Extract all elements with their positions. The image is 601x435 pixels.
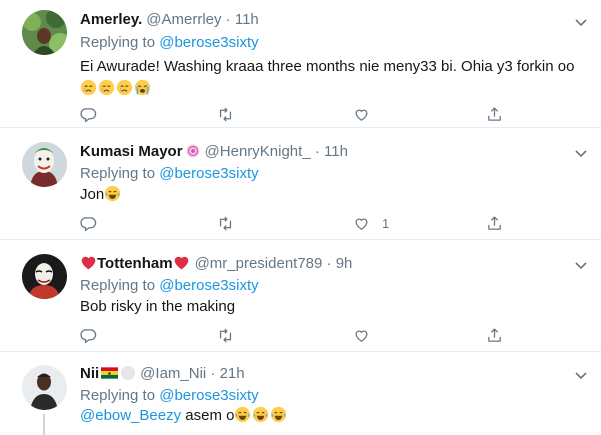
tweet[interactable]: Tottenham @mr_president789 · 9h Replying …: [0, 239, 601, 352]
ghana-flag-icon: [101, 367, 119, 379]
tweet-actions: 1: [80, 213, 510, 233]
timestamp[interactable]: · 11h: [226, 11, 259, 28]
replying-to: Replying to @berose3sixty: [80, 276, 259, 296]
chevron-down-icon[interactable]: [573, 14, 589, 30]
retweet-button[interactable]: [217, 325, 234, 345]
tweet-text: Ei Awurade! Washing kraaa three months n…: [80, 56, 574, 78]
share-icon: [486, 215, 503, 232]
tweet-body: Jon: [80, 186, 105, 203]
share-icon: [486, 327, 503, 344]
tweet-emojis: [80, 78, 152, 100]
tweet-header: Amerley. @Amerrley · 11h: [80, 10, 259, 30]
share-button[interactable]: [486, 104, 503, 124]
replying-to: Replying to @berose3sixty: [80, 386, 259, 406]
tears-of-joy-icon: [104, 185, 121, 202]
chevron-down-icon[interactable]: [573, 145, 589, 161]
display-name[interactable]: Kumasi Mayor: [80, 143, 183, 160]
tweet-text: @ebow_Beezy asem o: [80, 405, 288, 427]
tweet-body: asem o: [181, 407, 235, 424]
avatar[interactable]: [22, 10, 67, 55]
replying-to-label: Replying to: [80, 387, 160, 404]
replying-to-label: Replying to: [80, 165, 160, 182]
display-name[interactable]: Nii: [80, 365, 99, 382]
replying-to-label: Replying to: [80, 34, 160, 51]
tears-of-joy-icon: [252, 406, 269, 423]
crying-face-icon: [98, 79, 115, 96]
handle[interactable]: @Iam_Nii: [140, 365, 206, 382]
replying-to: Replying to @berose3sixty: [80, 164, 259, 184]
tears-of-joy-icon: [234, 406, 251, 423]
avatar[interactable]: [22, 142, 67, 187]
tweet-header: Tottenham @mr_president789 · 9h: [80, 254, 352, 274]
like-button[interactable]: 1: [353, 213, 389, 233]
replying-to: Replying to @berose3sixty: [80, 33, 259, 53]
tweet-header: Nii @Iam_Nii · 21h: [80, 364, 245, 384]
share-icon: [486, 106, 503, 123]
white-circle-icon: [121, 366, 136, 380]
avatar[interactable]: [22, 254, 67, 299]
tweet-actions: [80, 325, 510, 345]
replying-to-mention[interactable]: @berose3sixty: [159, 387, 258, 404]
like-button[interactable]: [353, 104, 382, 124]
tweet[interactable]: Kumasi Mayor @HenryKnight_ · 11h Replying…: [0, 127, 601, 240]
tweet-text: Jon: [80, 184, 122, 206]
thread-line: [43, 414, 45, 435]
avatar[interactable]: [22, 365, 67, 410]
reply-button[interactable]: [80, 104, 97, 124]
like-count: 1: [382, 215, 390, 231]
tweet-body: Bob risky in the making: [80, 298, 236, 315]
red-heart-icon: [80, 254, 97, 271]
heart-icon: [353, 215, 370, 232]
tweet-text: Bob risky in the making: [80, 296, 235, 318]
chevron-down-icon[interactable]: [573, 367, 589, 383]
reply-button[interactable]: [80, 325, 97, 345]
timestamp[interactable]: · 21h: [210, 365, 244, 382]
replying-to-mention[interactable]: @berose3sixty: [159, 165, 258, 182]
retweet-icon: [217, 215, 234, 232]
display-name[interactable]: Amerley.: [80, 11, 142, 28]
share-button[interactable]: [486, 325, 503, 345]
crying-face-icon: [116, 79, 133, 96]
like-button[interactable]: [353, 325, 382, 345]
tweet[interactable]: Nii @Iam_Nii · 21h Replying to @berose3si…: [0, 351, 601, 435]
tweet-actions: [80, 104, 510, 124]
reply-icon: [80, 327, 97, 344]
tweet[interactable]: Amerley. @Amerrley · 11h Replying to @ber…: [0, 0, 601, 128]
handle[interactable]: @HenryKnight_: [205, 143, 311, 160]
tears-of-joy-icon: [270, 406, 287, 423]
replying-to-mention[interactable]: @berose3sixty: [159, 34, 258, 51]
display-name[interactable]: Tottenham: [97, 255, 173, 272]
retweet-icon: [217, 106, 234, 123]
share-button[interactable]: [486, 213, 503, 233]
chevron-down-icon[interactable]: [573, 257, 589, 273]
retweet-button[interactable]: [217, 213, 234, 233]
retweet-button[interactable]: [217, 104, 234, 124]
timestamp[interactable]: · 11h: [315, 143, 348, 160]
retweet-icon: [217, 327, 234, 344]
mention-link[interactable]: @ebow_Beezy: [80, 407, 181, 424]
crying-face-icon: [80, 79, 97, 96]
timestamp[interactable]: · 9h: [327, 255, 353, 272]
reply-icon: [80, 106, 97, 123]
reply-icon: [80, 215, 97, 232]
red-heart-icon: [173, 254, 190, 271]
heart-icon: [353, 106, 370, 123]
tweet-header: Kumasi Mayor @HenryKnight_ · 11h: [80, 142, 348, 162]
handle[interactable]: @mr_president789: [195, 255, 323, 272]
handle[interactable]: @Amerrley: [146, 11, 221, 28]
lollipop-icon: [186, 144, 200, 158]
tweet-body: Ei Awurade! Washing kraaa three months n…: [80, 58, 575, 75]
replying-to-mention[interactable]: @berose3sixty: [159, 277, 258, 294]
loudly-crying-face-icon: [134, 79, 151, 96]
reply-button[interactable]: [80, 213, 97, 233]
replying-to-label: Replying to: [80, 277, 160, 294]
heart-icon: [353, 327, 370, 344]
